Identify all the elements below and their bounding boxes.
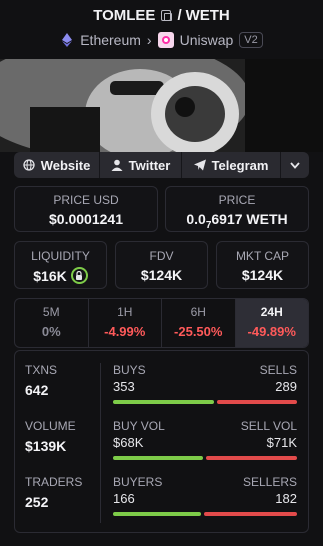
buys-value: 353 <box>113 379 135 394</box>
buys-bar <box>113 400 215 404</box>
token-banner-image <box>0 59 323 152</box>
sellvol-label: SELL VOL <box>240 419 297 433</box>
price-usd-card: PRICE USD $0.0001241 <box>14 186 158 232</box>
txns-value: 642 <box>25 382 49 398</box>
tab-6h-change: -25.50% <box>174 324 223 339</box>
lock-icon[interactable] <box>70 267 88 284</box>
buyvol-bar <box>113 456 204 460</box>
website-label: Website <box>40 157 91 173</box>
fdv-label: FDV <box>149 249 174 263</box>
txns-stat: TXNS 642 <box>25 363 105 398</box>
tab-6h-label: 6H <box>190 305 206 319</box>
trade-stats-panel: TXNS 642 VOLUME $139K TRADERS 252 BUYS S… <box>14 350 309 533</box>
txns-label: TXNS <box>25 363 58 377</box>
twitter-label: Twitter <box>128 157 171 173</box>
pair-header: TOMLEE / WETH Ethereum › Uniswap V2 <box>0 0 323 58</box>
price-usd-label: PRICE USD <box>53 193 119 207</box>
quote-symbol: WETH <box>185 6 230 24</box>
liquidity-card: LIQUIDITY $16K <box>14 241 107 289</box>
sells-label: SELLS <box>259 363 297 377</box>
ethereum-icon <box>60 33 74 47</box>
globe-icon <box>23 159 35 171</box>
buyers-value: 166 <box>113 491 135 506</box>
buyvol-sellvol-bar <box>113 456 297 460</box>
sells-value: 289 <box>275 379 297 394</box>
tab-5m-label: 5M <box>42 305 60 319</box>
liquidity-value: $16K <box>33 267 67 284</box>
sellvol-value: $71K <box>266 435 297 450</box>
buys-sells-bar <box>113 400 297 404</box>
telegram-link[interactable]: Telegram <box>182 152 281 178</box>
buyvol-label: BUY VOL <box>113 419 165 433</box>
tab-6h[interactable]: 6H -25.50% <box>162 299 236 347</box>
liquidity-label: LIQUIDITY <box>31 249 90 263</box>
token-symbol: TOMLEE <box>93 6 156 24</box>
buyers-sellers-bar <box>113 512 297 516</box>
price-native-label: PRICE <box>218 193 256 207</box>
sellvol-bar <box>206 456 297 460</box>
mcap-label: MKT CAP <box>235 249 290 263</box>
pair-subtitle: Ethereum › Uniswap V2 <box>0 32 323 48</box>
mcap-card: MKT CAP $124K <box>216 241 309 289</box>
copy-icon[interactable] <box>161 9 173 21</box>
sellers-bar <box>204 512 297 516</box>
telegram-label: Telegram <box>211 157 269 173</box>
traders-value: 252 <box>25 494 49 510</box>
more-links-button[interactable] <box>281 152 309 178</box>
pair-separator: / <box>177 6 182 24</box>
sellers-label: SELLERS <box>242 475 297 489</box>
tab-1h-change: -4.99% <box>104 324 146 339</box>
buyers-label: BUYERS <box>113 475 163 489</box>
chevron-right-icon: › <box>146 32 152 48</box>
uniswap-icon <box>157 32 174 48</box>
fdv-value: $124K <box>140 267 183 283</box>
tab-24h[interactable]: 24H -49.89% <box>235 299 308 347</box>
social-links: Website Twitter Telegram <box>14 152 309 178</box>
chain-name[interactable]: Ethereum <box>80 32 141 48</box>
chevron-down-icon <box>290 161 300 169</box>
twitter-link[interactable]: Twitter <box>100 152 182 178</box>
volume-stat: VOLUME $139K <box>25 419 105 454</box>
timeframe-tabs: 5M 0% 1H -4.99% 6H -25.50% 24H -49.89% <box>14 298 309 348</box>
tab-5m[interactable]: 5M 0% <box>15 299 89 347</box>
buyvol-value: $68K <box>113 435 144 450</box>
traders-label: TRADERS <box>25 475 83 489</box>
buyvol-sellvol-row: BUY VOL SELL VOL $68K $71K <box>113 419 297 460</box>
sellers-value: 182 <box>275 491 297 506</box>
tab-1h[interactable]: 1H -4.99% <box>89 299 162 347</box>
user-icon <box>111 159 123 171</box>
buys-sells-row: BUYS SELLS 353 289 <box>113 363 297 404</box>
volume-value: $139K <box>25 438 67 454</box>
mcap-value: $124K <box>241 267 284 283</box>
tab-24h-label: 24H <box>260 305 283 319</box>
traders-stat: TRADERS 252 <box>25 475 105 510</box>
version-badge: V2 <box>239 32 263 48</box>
price-usd-value: $0.0001241 <box>49 211 123 227</box>
buyers-sellers-row: BUYERS SELLERS 166 182 <box>113 475 297 516</box>
dex-name[interactable]: Uniswap <box>180 32 234 48</box>
sells-bar <box>217 400 297 404</box>
fdv-card: FDV $124K <box>115 241 208 289</box>
price-native-card: PRICE 0.076917 WETH <box>165 186 309 232</box>
tab-1h-label: 1H <box>117 305 133 319</box>
pair-title: TOMLEE / WETH <box>0 0 323 24</box>
website-link[interactable]: Website <box>14 152 100 178</box>
buyers-bar <box>113 512 202 516</box>
price-native-value: 0.076917 WETH <box>186 211 288 231</box>
volume-label: VOLUME <box>25 419 76 433</box>
tab-5m-change: 0% <box>41 324 61 339</box>
telegram-icon <box>193 159 206 171</box>
stats-divider <box>100 363 101 523</box>
buys-label: BUYS <box>113 363 146 377</box>
tab-24h-change: -49.89% <box>247 324 296 339</box>
